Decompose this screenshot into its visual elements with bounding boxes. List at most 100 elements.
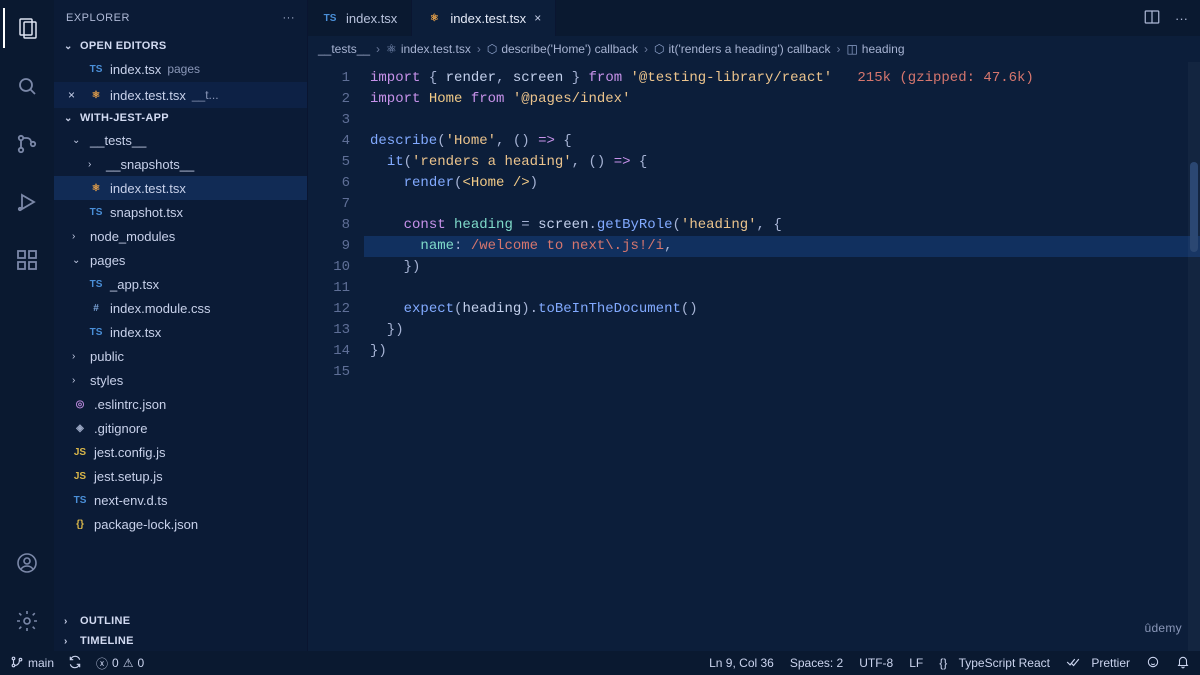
status-sync[interactable] <box>68 655 82 672</box>
tree-folder[interactable]: ⌄ __tests__ <box>54 128 307 152</box>
tree-item-label: jest.config.js <box>94 445 166 460</box>
tree-item-label: snapshot.tsx <box>110 205 183 220</box>
ts-icon: TS <box>88 276 104 292</box>
activity-account[interactable] <box>3 543 51 583</box>
breadcrumb-item[interactable]: ◫heading <box>846 42 904 56</box>
outline-section[interactable]: › OUTLINE <box>54 611 307 631</box>
tree-file[interactable]: ◈ .gitignore <box>54 416 307 440</box>
status-eol[interactable]: LF <box>909 656 923 670</box>
code-line[interactable]: name: /welcome to next\.js!/i, <box>364 236 1200 257</box>
open-editors-section[interactable]: ⌄ OPEN EDITORS <box>54 36 307 56</box>
activity-search[interactable] <box>3 66 51 106</box>
status-lncol[interactable]: Ln 9, Col 36 <box>709 656 774 670</box>
chevron-right-icon: › <box>72 375 84 386</box>
status-encoding[interactable]: UTF-8 <box>859 656 893 670</box>
tree-item-label: public <box>90 349 124 364</box>
scrollbar-thumb[interactable] <box>1190 162 1198 252</box>
breadcrumb-item[interactable]: ⬡it('renders a heading') callback <box>654 42 830 56</box>
status-feedback[interactable] <box>1146 655 1160 672</box>
tree-file[interactable]: {}package-lock.json <box>54 512 307 536</box>
code-line[interactable]: const heading = screen.getByRole('headin… <box>364 215 1200 236</box>
tree-item-label: next-env.d.ts <box>94 493 167 508</box>
code-line[interactable]: expect(heading).toBeInTheDocument() <box>364 299 1200 320</box>
activity-explorer[interactable] <box>3 8 51 48</box>
activity-settings[interactable] <box>3 601 51 641</box>
breadcrumb-item[interactable]: __tests__ <box>318 42 370 56</box>
tree-item-label: __tests__ <box>90 133 146 148</box>
code-line[interactable] <box>364 362 1200 383</box>
breadcrumb-item[interactable]: ⬡describe('Home') callback <box>487 42 638 56</box>
sidebar-more-icon[interactable]: ··· <box>283 12 296 24</box>
code-line[interactable]: import { render, screen } from '@testing… <box>364 68 1200 89</box>
status-language[interactable]: {} TypeScript React <box>939 656 1050 670</box>
braces-icon: {} <box>939 656 947 670</box>
tree-file[interactable]: #index.module.css <box>54 296 307 320</box>
tree-folder[interactable]: ⌄pages <box>54 248 307 272</box>
code-content[interactable]: import { render, screen } from '@testing… <box>364 62 1200 651</box>
code-line[interactable]: }) <box>364 341 1200 362</box>
editor-tab[interactable]: TSindex.tsx <box>308 0 412 36</box>
status-formatter[interactable]: Prettier <box>1066 655 1130 672</box>
activity-extensions[interactable] <box>3 240 51 280</box>
open-editor-name: index.test.tsx <box>110 88 186 103</box>
workspace-section[interactable]: ⌄ WITH-JEST-APP <box>54 108 307 128</box>
status-bell[interactable] <box>1176 655 1190 672</box>
tree-folder[interactable]: › styles <box>54 368 307 392</box>
tree-folder[interactable]: ›node_modules <box>54 224 307 248</box>
git-icon: ◈ <box>72 420 88 436</box>
tree-item-label: package-lock.json <box>94 517 198 532</box>
react-icon: ⚛ <box>88 87 104 103</box>
tree-file[interactable]: ⚛index.test.tsx <box>54 176 307 200</box>
cube-icon: ⬡ <box>487 42 497 56</box>
breadcrumb[interactable]: __tests__›⚛index.test.tsx›⬡describe('Hom… <box>308 36 1200 62</box>
tree-folder[interactable]: ›public <box>54 344 307 368</box>
close-icon[interactable]: × <box>534 11 541 25</box>
timeline-section[interactable]: › TIMELINE <box>54 631 307 651</box>
code-line[interactable] <box>364 278 1200 299</box>
close-icon[interactable]: × <box>68 88 82 102</box>
status-branch[interactable]: main <box>10 655 54 672</box>
chevron-right-icon: › <box>72 231 84 242</box>
tree-file[interactable]: ◎.eslintrc.json <box>54 392 307 416</box>
code-line[interactable]: }) <box>364 320 1200 341</box>
split-editor-icon[interactable] <box>1143 8 1161 29</box>
status-warnings: 0 <box>137 656 144 670</box>
tree-item-label: .gitignore <box>94 421 147 436</box>
check-icon <box>1066 655 1080 672</box>
feedback-icon <box>1146 655 1160 672</box>
code-line[interactable]: import Home from '@pages/index' <box>364 89 1200 110</box>
tree-item-label: styles <box>90 373 123 388</box>
code-editor[interactable]: 123456789101112131415 import { render, s… <box>308 62 1200 651</box>
code-line[interactable]: describe('Home', () => { <box>364 131 1200 152</box>
branch-icon <box>10 655 24 672</box>
code-line[interactable]: }) <box>364 257 1200 278</box>
tree-file[interactable]: TSsnapshot.tsx <box>54 200 307 224</box>
breadcrumb-label: index.test.tsx <box>401 42 471 56</box>
open-editor-item[interactable]: ×⚛index.test.tsx __t... <box>54 82 307 108</box>
code-line[interactable] <box>364 194 1200 215</box>
tree-file[interactable]: JSjest.config.js <box>54 440 307 464</box>
chevron-down-icon: ⌄ <box>72 135 84 146</box>
tree-folder[interactable]: ›__snapshots__ <box>54 152 307 176</box>
code-line[interactable] <box>364 110 1200 131</box>
status-spaces[interactable]: Spaces: 2 <box>790 656 843 670</box>
chevron-down-icon: ⌄ <box>64 113 76 124</box>
tree-item-label: index.module.css <box>110 301 210 316</box>
tab-more-icon[interactable]: ··· <box>1175 11 1188 26</box>
open-editor-item[interactable]: TSindex.tsx pages <box>54 56 307 82</box>
activity-run-debug[interactable] <box>3 182 51 222</box>
status-problems[interactable]: ⓧ 0 ⚠ 0 <box>96 655 144 672</box>
breadcrumb-item[interactable]: ⚛index.test.tsx <box>386 42 471 56</box>
scrollbar-track[interactable] <box>1188 62 1200 651</box>
code-line[interactable]: it('renders a heading', () => { <box>364 152 1200 173</box>
tree-file[interactable]: TSnext-env.d.ts <box>54 488 307 512</box>
chevron-right-icon: › <box>64 636 76 647</box>
tree-file[interactable]: TS_app.tsx <box>54 272 307 296</box>
editor-tab[interactable]: ⚛index.test.tsx× <box>412 0 556 36</box>
activity-source-control[interactable] <box>3 124 51 164</box>
tree-file[interactable]: TSindex.tsx <box>54 320 307 344</box>
ts-icon: TS <box>88 61 104 77</box>
code-line[interactable]: render(<Home />) <box>364 173 1200 194</box>
tree-file[interactable]: JSjest.setup.js <box>54 464 307 488</box>
tab-bar: TSindex.tsx⚛index.test.tsx× ··· <box>308 0 1200 36</box>
